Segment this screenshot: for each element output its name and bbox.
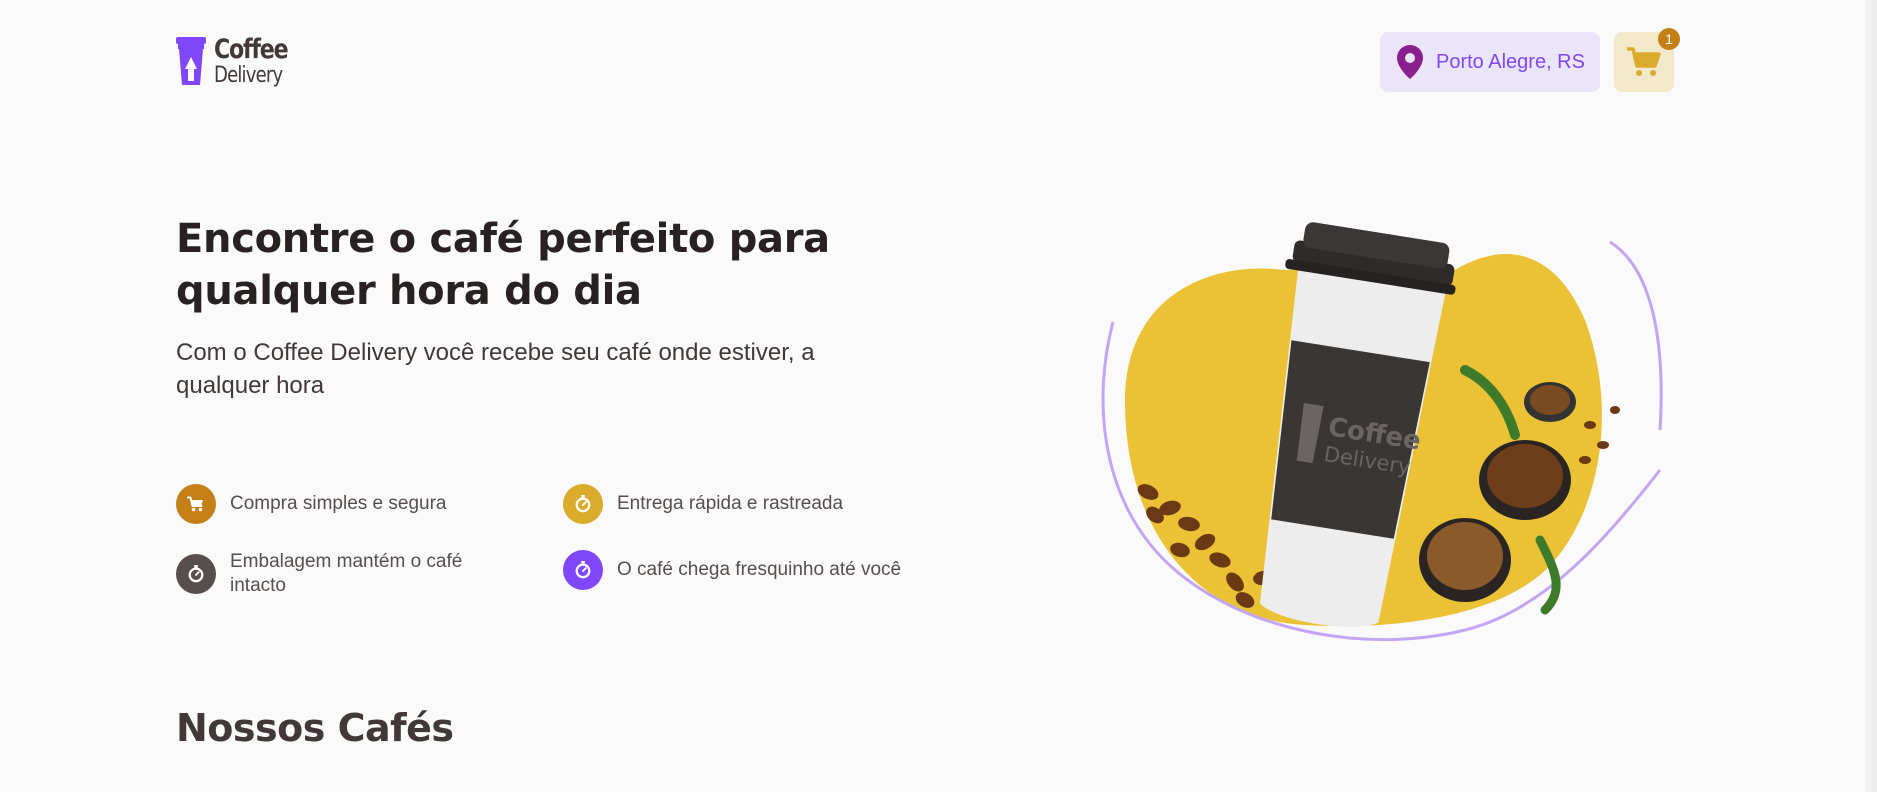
hero-subtitle: Com o Coffee Delivery você recebe seu ca… [176,336,896,402]
page-scrollbar[interactable] [1865,0,1877,792]
cart-button[interactable]: 1 [1614,28,1680,92]
feature-label: Entrega rápida e rastreada [617,493,844,514]
feature-label: Embalagem mantém o café intacto [230,550,462,598]
logo-name-line2: Delivery [214,63,283,88]
location-button[interactable]: Porto Alegre, RS [1380,32,1600,92]
feature-item-packaging: Embalagem mantém o café intacto [176,550,462,598]
location-label: Porto Alegre, RS [1436,50,1585,73]
feature-item-fast-delivery: Entrega rápida e rastreada [563,484,843,524]
section-title-our-coffees: Nossos Cafés [176,706,454,750]
feature-item-fresh-coffee: O café chega fresquinho até você [563,550,901,590]
hero-title-line2: qualquer hora do dia [176,268,642,314]
hero-title: Encontre o café perfeito para qualquer h… [176,213,896,317]
logo-name-line1: Coffee [214,34,289,65]
shopping-cart-icon [1627,47,1661,76]
timer-icon [563,550,603,590]
timer-icon [563,484,603,524]
feature-label: O café chega fresquinho até você [617,559,902,580]
brand-logo[interactable]: Coffee Delivery [176,36,303,87]
timer-icon [176,554,216,594]
shopping-cart-icon [176,484,216,524]
feature-label-line2: intacto [230,575,286,596]
hero-subtitle-line1: Com o Coffee Delivery você recebe seu ca… [176,339,815,366]
feature-item-simple-purchase: Compra simples e segura [176,484,446,524]
hero-coffee-illustration: Coffee Delivery [1085,210,1665,670]
feature-label-line1: Embalagem mantém o café [230,551,463,572]
feature-label: Compra simples e segura [230,493,447,514]
features-list: Compra simples e segura Entrega rápida e… [176,484,936,596]
hero-subtitle-line2: qualquer hora [176,372,325,399]
cart-count-badge: 1 [1658,28,1680,50]
map-pin-icon [1397,45,1423,79]
coffee-cup-illustration-icon: Coffee Delivery [1101,222,1663,642]
hero-title-line1: Encontre o café perfeito para [176,216,830,262]
coffee-cup-logo-icon [176,36,206,85]
